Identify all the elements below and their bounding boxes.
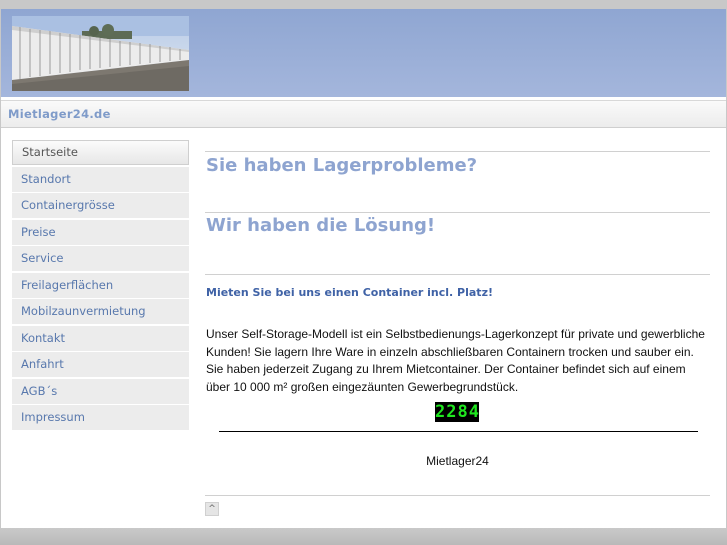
site-title[interactable]: Mietlager24.de [8,107,111,121]
heading-problem: Sie haben Lagerprobleme? [206,155,478,176]
nav-item-standort[interactable]: Standort [12,166,189,192]
site-name-bar: Mietlager24.de [1,100,726,128]
divider [205,274,710,275]
nav-item-impressum[interactable]: Impressum [12,405,189,430]
nav-item-containergroesse[interactable]: Containergrösse [12,193,189,218]
intro-paragraph: Unser Self-Storage-Modell ist ein Selbst… [206,327,705,394]
nav-item-kontakt[interactable]: Kontakt [12,325,189,351]
nav-item-preise[interactable]: Preise [12,219,189,245]
nav-item-startseite[interactable]: Startseite [12,140,189,165]
subheading: Mieten Sie bei uns einen Container incl.… [206,286,493,299]
visitor-counter: 2284 [435,402,480,422]
nav-item-agb[interactable]: AGB´s [12,378,189,404]
container-yard-photo [12,16,189,91]
footer-company-name: Mietlager24 [426,454,489,468]
divider [205,151,710,152]
divider [205,212,710,213]
sidebar-nav: Startseite Standort Containergrösse Prei… [12,140,189,432]
heading-solution: Wir haben die Lösung! [206,215,436,236]
footer-divider [219,431,698,432]
nav-item-freilagerflaechen[interactable]: Freilagerflächen [12,272,189,298]
nav-item-mobilzaunvermietung[interactable]: Mobilzaunvermietung [12,299,189,324]
back-to-top-button[interactable]: ^ [205,502,219,516]
divider [205,495,710,496]
bottom-bar [0,528,727,545]
nav-item-service[interactable]: Service [12,246,189,271]
nav-item-anfahrt[interactable]: Anfahrt [12,352,189,377]
page: Mietlager24.de Startseite Standort Conta… [1,9,726,536]
header-banner [1,9,726,97]
